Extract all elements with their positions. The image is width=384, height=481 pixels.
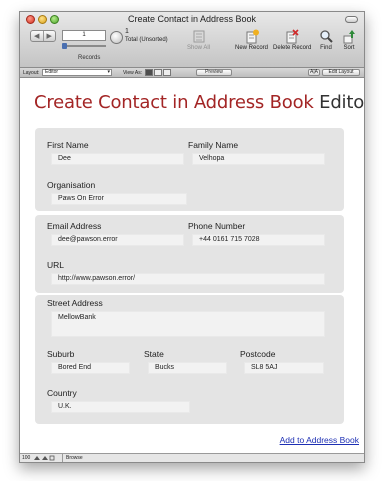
view-as-toggle	[145, 69, 171, 76]
window-titlebar: Create Contact in Address Book ◀ ▶ 1 1 T…	[20, 12, 364, 68]
new-record-icon	[246, 29, 259, 44]
show-all-label: Show All	[187, 45, 211, 51]
contact-panel: Email Address dee@pawson.error Phone Num…	[35, 215, 344, 293]
street-address-field[interactable]: MellowBank	[51, 311, 325, 337]
family-name-field[interactable]: Velhopa	[192, 153, 325, 165]
email-label: Email Address	[47, 221, 102, 231]
view-as-table-button[interactable]	[163, 69, 171, 76]
delete-record-button[interactable]: Delete Record	[273, 29, 311, 51]
window-title: Create Contact in Address Book	[127, 14, 257, 24]
layout-select[interactable]: Editor ▾	[42, 69, 112, 76]
record-pie-icon	[110, 31, 123, 44]
layout-content: Create Contact in Address Book Editor Fi…	[20, 79, 365, 445]
view-as-label: View As:	[123, 70, 143, 76]
sort-button[interactable]: Sort	[342, 29, 356, 51]
status-bar: 100 Browse	[20, 453, 364, 462]
zoom-controls-icon[interactable]	[33, 455, 55, 461]
view-as-form-button[interactable]	[145, 69, 153, 76]
next-record-icon[interactable]: ▶	[42, 31, 56, 41]
delete-record-icon	[286, 29, 299, 44]
family-name-label: Family Name	[188, 140, 239, 150]
suburb-label: Suburb	[47, 349, 75, 359]
current-record-field[interactable]: 1	[62, 30, 106, 41]
layout-label: Layout:	[23, 70, 40, 76]
text-size-button[interactable]: A|A	[308, 69, 320, 76]
name-panel: First Name Dee Family Name Velhopa Organ…	[35, 128, 344, 211]
record-navigation: ◀ ▶	[30, 30, 56, 42]
first-name-label: First Name	[47, 140, 89, 150]
records-label: Records	[78, 55, 101, 61]
phone-label: Phone Number	[188, 221, 246, 231]
new-record-button[interactable]: New Record	[235, 29, 268, 51]
sort-icon	[343, 30, 355, 44]
page-title-main: Create Contact in Address Book	[34, 92, 314, 113]
mode-indicator[interactable]: Browse	[62, 454, 83, 462]
layout-bar: Layout: Editor ▾ View As: Preview A|A Ed…	[20, 68, 364, 78]
phone-field[interactable]: +44 0161 715 7028	[192, 234, 325, 246]
postcode-field[interactable]: SL8 5AJ	[244, 362, 324, 374]
previous-record-icon[interactable]: ◀	[31, 31, 43, 41]
address-panel: Street Address MellowBank Suburb Bored E…	[35, 295, 344, 424]
show-all-icon	[193, 30, 204, 43]
magnifier-icon	[320, 30, 333, 43]
organisation-label: Organisation	[47, 180, 96, 190]
delete-record-label: Delete Record	[273, 45, 312, 51]
find-label: Find	[320, 45, 332, 51]
organisation-field[interactable]: Paws On Error	[51, 193, 187, 205]
url-field[interactable]: http://www.pawson.error/	[51, 273, 325, 285]
view-as-list-button[interactable]	[154, 69, 162, 76]
preview-button[interactable]: Preview	[196, 69, 232, 76]
state-field[interactable]: Bucks	[148, 362, 227, 374]
email-field[interactable]: dee@pawson.error	[51, 234, 184, 246]
record-slider-knob[interactable]	[62, 43, 67, 49]
record-slider-track[interactable]	[62, 45, 106, 47]
show-all-button[interactable]: Show All	[187, 29, 210, 51]
state-label: State	[144, 349, 164, 359]
edit-layout-button[interactable]: Edit Layout	[322, 69, 360, 76]
find-button[interactable]: Find	[319, 29, 333, 51]
toolbar-toggle-button[interactable]	[345, 16, 358, 23]
postcode-label: Postcode	[240, 349, 276, 359]
page-title: Create Contact in Address Book Editor	[34, 92, 365, 113]
first-name-field[interactable]: Dee	[51, 153, 184, 165]
suburb-field[interactable]: Bored End	[51, 362, 130, 374]
zoom-level[interactable]: 100	[22, 455, 30, 461]
street-address-label: Street Address	[47, 298, 103, 308]
sort-label: Sort	[343, 45, 355, 51]
add-to-address-book-link[interactable]: Add to Address Book	[280, 435, 359, 445]
chevron-down-icon: ▾	[107, 69, 110, 75]
layout-select-value: Editor	[45, 69, 59, 75]
filemaker-window: Create Contact in Address Book ◀ ▶ 1 1 T…	[19, 11, 365, 463]
record-sort-status: Total (Unsorted)	[125, 37, 168, 43]
page-title-suffix: Editor	[319, 92, 365, 113]
url-label: URL	[47, 260, 65, 270]
record-total: 1	[125, 28, 129, 35]
new-record-label: New Record	[235, 45, 269, 51]
country-field[interactable]: U.K.	[51, 401, 190, 413]
country-label: Country	[47, 388, 77, 398]
